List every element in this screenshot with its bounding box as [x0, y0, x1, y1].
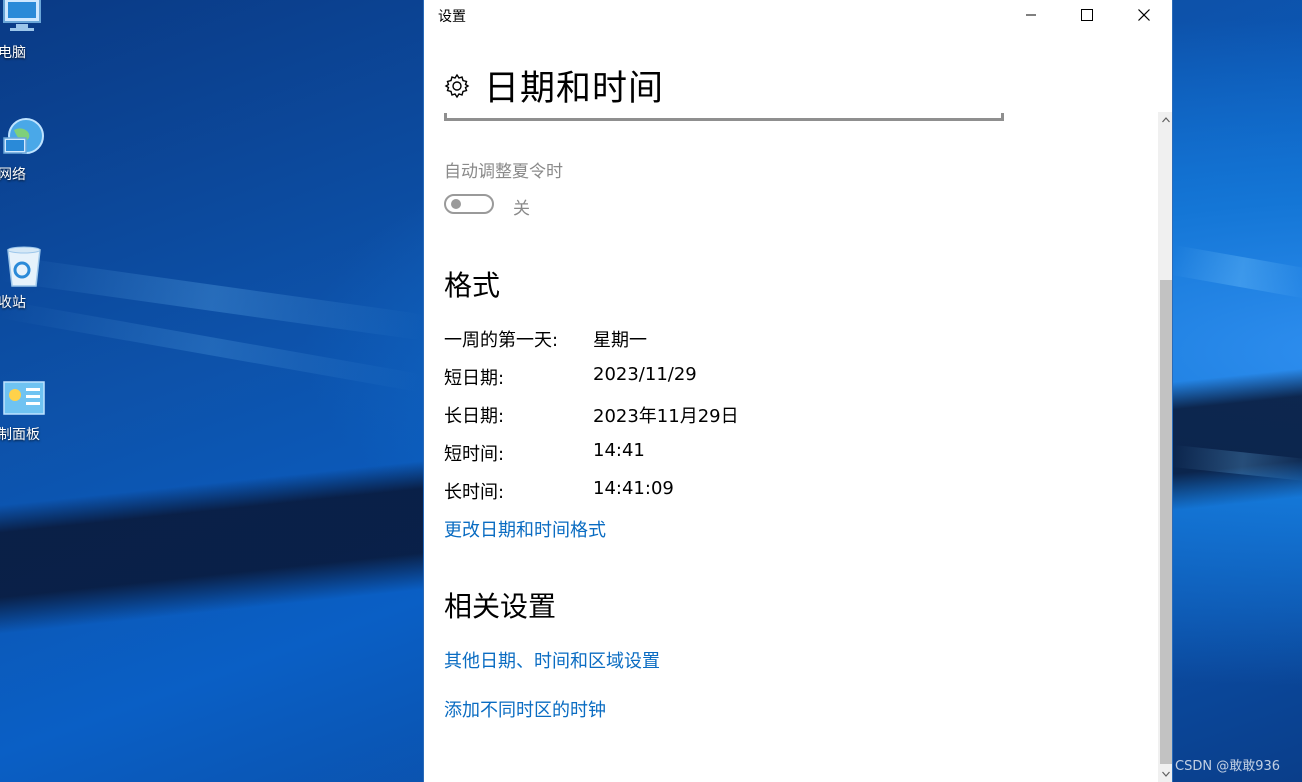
minimize-button[interactable] — [1008, 0, 1054, 30]
close-icon — [1138, 9, 1150, 21]
format-value: 2023年11月29日 — [593, 406, 739, 427]
close-button[interactable] — [1121, 0, 1167, 30]
dst-toggle-state: 关 — [513, 199, 530, 219]
dst-toggle[interactable] — [444, 194, 494, 214]
format-value: 14:41:09 — [593, 478, 674, 499]
vertical-scrollbar[interactable] — [1158, 112, 1172, 782]
window-title: 设置 — [438, 9, 466, 25]
format-value: 2023/11/29 — [593, 364, 697, 385]
gear-icon — [444, 73, 470, 98]
desktop-icon-this-pc[interactable]: 电脑 — [0, 0, 64, 62]
format-key: 一周的第一天: — [444, 330, 559, 351]
scrollbar-thumb[interactable] — [1160, 280, 1172, 764]
control-panel-icon — [2, 376, 46, 420]
wallpaper-light-beam — [1170, 245, 1302, 300]
title-bar[interactable]: 设置 — [424, 0, 1172, 30]
scroll-down-arrow-icon[interactable] — [1158, 766, 1172, 782]
format-value: 14:41 — [593, 440, 645, 461]
format-value: 星期一 — [593, 330, 647, 351]
desktop-icon-network[interactable]: 网络 — [0, 116, 64, 184]
other-region-settings-link[interactable]: 其他日期、时间和区域设置 — [444, 647, 660, 673]
format-section-title: 格式 — [444, 269, 501, 302]
desktop-icon-recycle-bin[interactable]: 收站 — [0, 244, 64, 312]
computer-icon — [2, 0, 46, 38]
header-search-box-edge[interactable] — [444, 113, 1004, 121]
change-format-link[interactable]: 更改日期和时间格式 — [444, 516, 606, 542]
add-clocks-link[interactable]: 添加不同时区的时钟 — [444, 696, 606, 722]
wallpaper-light-beam — [1171, 445, 1302, 482]
format-key: 长时间: — [444, 482, 505, 503]
settings-window: 设置 日期和时间 自动调整夏令时 关 格式 一周的第一天: 星期一 短日期: 2… — [423, 0, 1173, 782]
desktop-icon-label: 电脑 — [0, 45, 26, 61]
desktop-icon-label: 收站 — [0, 295, 26, 311]
page-title: 日期和时间 — [484, 69, 665, 109]
format-key: 长日期: — [444, 406, 505, 427]
related-settings-title: 相关设置 — [444, 590, 557, 623]
format-key: 短日期: — [444, 368, 505, 389]
scroll-up-arrow-icon[interactable] — [1158, 112, 1172, 128]
desktop-icon-label: 制面板 — [0, 427, 40, 443]
maximize-icon — [1081, 9, 1093, 21]
dst-label: 自动调整夏令时 — [444, 162, 563, 182]
desktop-icon-control-panel[interactable]: 制面板 — [0, 376, 64, 444]
page-header: 日期和时间 — [444, 60, 664, 111]
network-icon — [2, 116, 46, 160]
toggle-knob — [451, 199, 461, 209]
watermark: CSDN @敢敢936 — [1175, 759, 1281, 774]
recycle-bin-icon — [2, 244, 46, 288]
minimize-icon — [1026, 14, 1036, 16]
desktop-icon-label: 网络 — [0, 167, 26, 183]
format-key: 短时间: — [444, 444, 505, 465]
maximize-button[interactable] — [1064, 0, 1110, 30]
